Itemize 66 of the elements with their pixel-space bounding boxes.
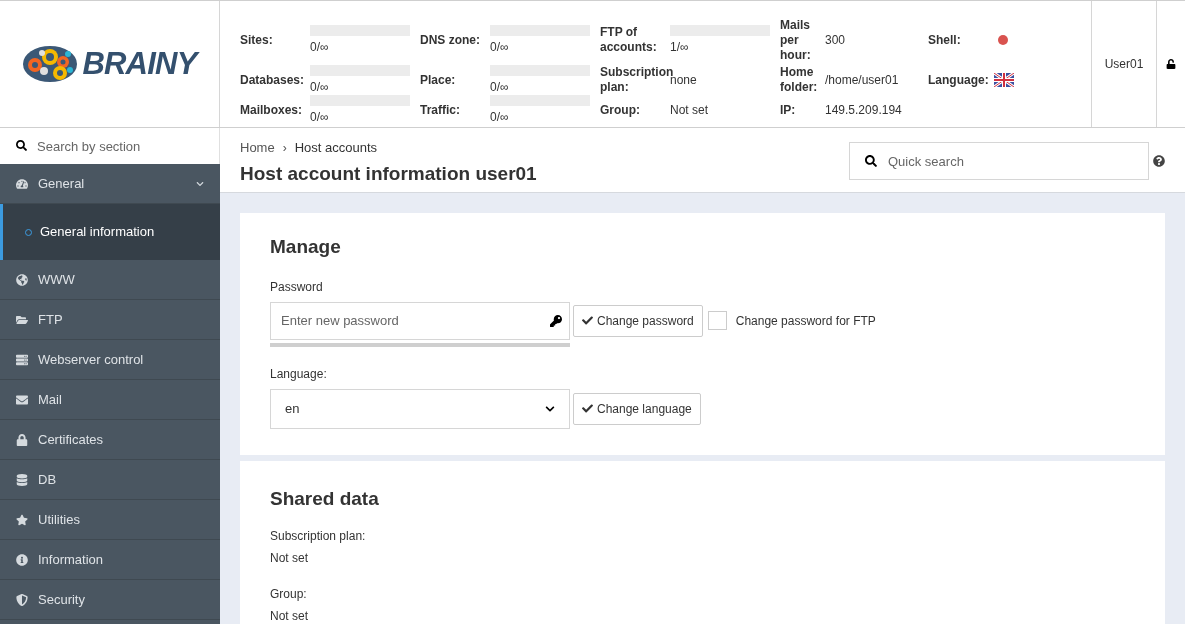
stat-label: Group: [600, 102, 641, 118]
field-value: Not set [270, 550, 309, 567]
chevron-icon [545, 403, 555, 414]
info-icon [16, 553, 28, 566]
database-icon [16, 473, 28, 486]
usage-value: 0/∞ [310, 108, 330, 126]
search-icon [865, 155, 877, 167]
stat-label: FTP of accounts: [600, 25, 658, 55]
server-icon [16, 353, 28, 366]
stat-value: Not set [670, 102, 708, 119]
stat-label: DNS zone: [420, 32, 481, 48]
section-search-field[interactable]: Search by section [0, 128, 220, 164]
usage-value: 0/∞ [310, 38, 330, 56]
mail-icon [16, 393, 28, 406]
field-label: Group: [270, 586, 308, 603]
change-password-button[interactable]: Change password [573, 304, 703, 337]
uk-flag-icon [994, 73, 1014, 87]
stat-label: Shell: [928, 32, 962, 48]
change-language-button[interactable]: Change language [573, 392, 701, 425]
search-icon [16, 140, 27, 151]
gauge-icon [16, 177, 28, 190]
usage-value: 0/∞ [490, 38, 510, 56]
quick-search-field[interactable]: Quick search [849, 142, 1149, 180]
help-icon[interactable] [1153, 155, 1165, 167]
checkbox-label: Change password for FTP [735, 312, 876, 330]
stat-label: Home folder: [780, 65, 819, 95]
stat-label: Sites: [240, 32, 274, 48]
breadcrumb-link[interactable]: Home [240, 138, 275, 158]
breadcrumb-separator: › [282, 139, 287, 157]
stat-label: Traffic: [420, 102, 461, 118]
usage-value: 0/∞ [310, 78, 330, 96]
check-icon [582, 403, 593, 414]
stat-value: /home/user01 [825, 72, 899, 89]
field-label: Password [270, 278, 324, 296]
lock-icon [16, 433, 28, 446]
stat-label: Place: [420, 72, 457, 88]
section-title: Manage [270, 235, 342, 259]
globe-icon [16, 273, 28, 286]
usage-value: 1/∞ [670, 38, 690, 56]
gears-logo-icon [22, 44, 79, 84]
stat-label: Language: [928, 72, 990, 88]
section-title: Shared data [270, 486, 380, 511]
user-name[interactable]: User01 [1104, 55, 1144, 73]
language-select[interactable]: en [270, 388, 570, 429]
stat-label: IP: [780, 102, 797, 118]
key-icon [550, 314, 562, 327]
stat-value: 300 [825, 32, 846, 49]
page-title: Host account information user01 [240, 161, 538, 186]
sidebar-subitem[interactable]: General information [0, 204, 220, 260]
stat-label: Mails per hour: [780, 17, 812, 63]
unlock-icon[interactable] [1166, 59, 1176, 69]
usage-value: 0/∞ [490, 78, 510, 96]
ftp-checkbox[interactable] [707, 311, 727, 330]
field-label: Subscription plan: [270, 528, 367, 545]
usage-value: 0/∞ [490, 108, 510, 126]
stat-value: 149.5.209.194 [825, 102, 902, 119]
field-value: Not set [270, 608, 309, 624]
breadcrumb-link[interactable]: Host accounts [294, 138, 378, 158]
stat-label: Mailboxes: [240, 102, 303, 118]
folder-icon [16, 313, 28, 326]
star-icon [16, 513, 28, 526]
password-field[interactable]: Enter new password [270, 301, 570, 340]
shield-icon [16, 593, 28, 606]
check-icon [582, 315, 593, 326]
stat-label: Databases: [240, 72, 306, 88]
field-label: Language: [270, 365, 328, 383]
